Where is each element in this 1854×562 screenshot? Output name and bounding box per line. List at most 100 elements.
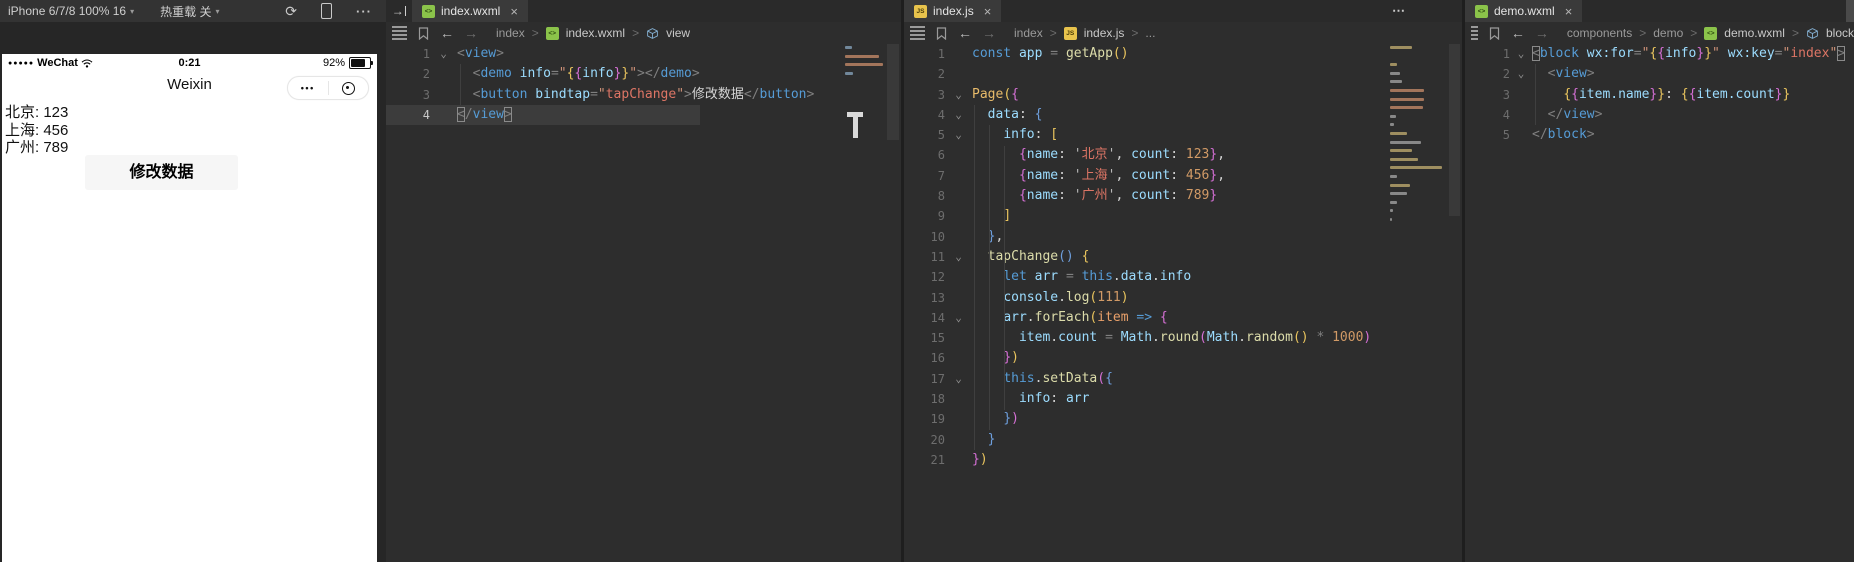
city-count-list: 北京: 123 上海: 456 广州: 789 <box>5 104 68 157</box>
minimap[interactable] <box>1390 46 1446 226</box>
text-cursor-artifact <box>847 112 863 138</box>
outline-icon[interactable] <box>910 26 925 40</box>
code-line: 3 <button bindtap="tapChange">修改数据</butt… <box>422 86 815 102</box>
editor-pane-index-wxml: → <> index.wxml × ← → index > <> index.w… <box>386 0 901 562</box>
editor-pane-index-js: JS index.js × ⋯ ← → index > JS index.js … <box>904 0 1462 562</box>
refresh-icon[interactable]: ⟳ <box>285 3 297 20</box>
modify-data-button[interactable]: 修改数据 <box>85 155 238 190</box>
forward-icon[interactable]: → <box>464 25 478 41</box>
forward-icon[interactable]: → <box>982 25 996 41</box>
minimap[interactable] <box>845 46 887 80</box>
close-icon[interactable]: × <box>984 4 992 19</box>
indent-guide <box>989 125 990 430</box>
bookmark-icon[interactable] <box>417 26 430 40</box>
tab-index-js[interactable]: JS index.js × <box>904 0 1002 22</box>
fold-chevron-icon[interactable]: ⌄ <box>945 247 972 267</box>
tab-bar: → <> index.wxml × <box>386 0 901 22</box>
wxml-file-icon: <> <box>545 26 559 40</box>
code-line: 4 </view> <box>1502 106 1603 122</box>
code-editor[interactable]: 1 ⌄ <block wx:for="{{info}}" wx:key="index… <box>1465 44 1854 145</box>
code-line: 2 ⌄ <view> <box>1465 64 1854 84</box>
breadcrumb-row: ← → index > JS index.js > ... <box>904 22 1462 44</box>
device-selector[interactable]: iPhone 6/7/8 100% 16 ▾ <box>8 4 134 18</box>
code-line: 7 {name: '上海', count: 456}, <box>937 167 1226 183</box>
code-line: 3 ⌄ Page({ <box>904 85 1462 105</box>
code-line: 16 }) <box>930 350 1019 366</box>
code-line: 13 console.log(111) <box>930 289 1129 305</box>
close-icon[interactable]: × <box>1565 4 1573 19</box>
code-line: 20 } <box>930 431 996 447</box>
code-line: 8 {name: '广州', count: 789} <box>937 188 1218 204</box>
fold-chevron-icon[interactable]: ⌄ <box>1510 64 1532 84</box>
code-line: 6 {name: '北京', count: 123}, <box>937 147 1226 163</box>
tab-bar: JS index.js × ⋯ <box>904 0 1462 22</box>
bookmark-icon[interactable] <box>935 26 948 40</box>
code-line: 1 ⌄ <block wx:for="{{info}}" wx:key="index… <box>1465 44 1854 64</box>
capsule-home-icon[interactable] <box>329 81 369 95</box>
tab-bar: <> demo.wxml × <box>1465 0 1854 22</box>
code-line: 21}) <box>930 451 988 467</box>
list-item: 北京: 123 <box>5 104 69 121</box>
code-line: 2 <box>937 67 945 82</box>
code-line: 17 ⌄ this.setData({ <box>904 369 1462 389</box>
scrollbar[interactable] <box>887 44 899 140</box>
symbol-cube-icon <box>1807 27 1818 39</box>
code-line: 14 ⌄ arr.forEach(item => { <box>904 308 1462 328</box>
editor-pane-demo-wxml: <> demo.wxml × ← → components > demo > <… <box>1465 0 1854 562</box>
phone-screen: ●●●●● WeChat 0:21 92% Weixin ••• 北京: 123… <box>2 54 377 562</box>
indent-guide <box>974 105 975 450</box>
code-line: 2 <demo info="{{info}}"></demo> <box>422 66 700 82</box>
indent-guide <box>1535 64 1536 125</box>
capsule-more-icon[interactable]: ••• <box>288 83 328 93</box>
back-icon[interactable]: ← <box>1511 25 1525 41</box>
code-line: 5 ⌄ info: [ <box>904 125 1462 145</box>
code-line: 15 item.count = Math.round(Math.random()… <box>930 330 1372 346</box>
outline-icon[interactable] <box>1471 26 1478 40</box>
more-menu-icon[interactable]: ··· <box>356 4 372 19</box>
indent-guide <box>1004 146 1005 410</box>
code-line: 5 </block> <box>1502 127 1595 143</box>
code-line: 9 ] <box>937 208 1012 224</box>
show-sidebar-icon[interactable]: → <box>386 0 412 22</box>
fold-chevron-icon[interactable]: ⌄ <box>945 105 972 125</box>
code-line: 3 {{item.name}}: {{item.count}} <box>1502 86 1791 102</box>
code-editor[interactable]: 1 const app = getApp() 2 3 ⌄ Page({4 ⌄ data: {… <box>904 44 1462 470</box>
device-icon[interactable] <box>321 3 332 19</box>
symbol-cube-icon <box>647 27 658 39</box>
tab-demo-wxml[interactable]: <> demo.wxml × <box>1465 0 1583 22</box>
back-icon[interactable]: ← <box>440 25 454 41</box>
phone-nav-bar: Weixin ••• <box>2 72 377 102</box>
fold-chevron-icon[interactable]: ⌄ <box>945 125 972 145</box>
fold-chevron-icon[interactable]: ⌄ <box>945 85 972 105</box>
code-line: 18 info: arr <box>930 391 1090 407</box>
breadcrumb: index > <> index.wxml > view <box>496 26 691 40</box>
close-icon[interactable]: × <box>510 4 518 19</box>
fold-chevron-icon[interactable]: ⌄ <box>945 369 972 389</box>
toolbar-icons: ⟳ ··· <box>285 3 372 20</box>
tab-index-wxml[interactable]: <> index.wxml × <box>412 0 528 22</box>
code-line: 1 ⌄ <view> <box>386 44 901 64</box>
back-icon[interactable]: ← <box>958 25 972 41</box>
list-item: 广州: 789 <box>5 139 69 157</box>
scrollbar[interactable] <box>1449 44 1460 216</box>
code-line: 1 const app = getApp() <box>937 46 1129 61</box>
fold-chevron-icon[interactable]: ⌄ <box>430 44 457 64</box>
outline-icon[interactable] <box>392 26 407 40</box>
code-editor[interactable]: 1 ⌄ <view> 2 <demo info="{{info}}"></demo> 3… <box>386 44 901 126</box>
code-line: 12 let arr = this.data.info <box>930 269 1192 285</box>
code-line: 4 </view> <box>386 104 901 126</box>
simulator-panel: ●●●●● WeChat 0:21 92% Weixin ••• 北京: 123… <box>0 22 386 562</box>
code-line: 19 }) <box>930 411 1019 427</box>
fold-chevron-icon[interactable]: ⌄ <box>1510 44 1532 64</box>
bookmark-icon[interactable] <box>1488 26 1501 40</box>
breadcrumb-row: ← → index > <> index.wxml > view <box>386 22 901 44</box>
partial-tab <box>1846 0 1854 22</box>
capsule-menu: ••• <box>287 76 369 100</box>
fold-chevron-icon[interactable]: ⌄ <box>945 308 972 328</box>
editor-actions-icon[interactable]: ⋯ <box>1392 0 1406 22</box>
forward-icon[interactable]: → <box>1535 25 1549 41</box>
js-file-icon: JS <box>1063 26 1077 40</box>
js-file-icon: JS <box>914 4 927 18</box>
simulator-toolbar: iPhone 6/7/8 100% 16 ▾ 热重载 关 ▾ ⟳ ··· <box>0 0 386 22</box>
hot-reload-selector[interactable]: 热重载 关 ▾ <box>160 3 219 20</box>
